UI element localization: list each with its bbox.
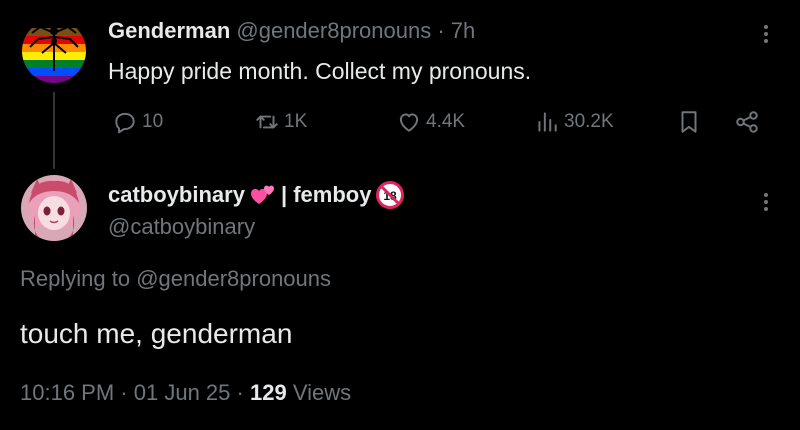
bookmark-button[interactable] [676,108,702,136]
pride-flag-avatar-image [22,19,86,83]
reply-icon [115,112,135,134]
two-hearts-icon [250,185,274,204]
replying-to-line: Replying to @gender8pronouns [20,266,331,292]
tweet1-handle[interactable]: @gender8pronouns [236,18,431,43]
tweet2-display-suffix: | femboy [280,182,372,207]
tweet1-more-icon[interactable] [760,22,772,50]
replying-to-label: Replying to [20,266,131,291]
reply-button[interactable]: 10 [112,108,163,136]
replying-to-handle[interactable]: @gender8pronouns [136,266,331,291]
catboybinary-avatar[interactable] [21,175,87,241]
tweet2-text: touch me, genderman [20,318,293,349]
tweet2-name-row: catboybinary | femboy 18 [108,180,405,210]
reply-count: 10 [142,111,164,132]
tweet2-views-count: 129 [249,380,287,405]
no-under-18-icon: 18 [376,181,405,209]
genderman-avatar[interactable] [22,19,86,83]
repost-count: 1K [284,111,308,132]
tweet1-text: Happy pride month. Collect my pronouns. [108,58,532,84]
meta-separator-1: · [120,380,128,405]
tweet1-separator: · [437,18,445,43]
tweet2-views-label: Views [292,380,352,405]
tweet2-meta: 10:16 PM · 01 Jun 25 · 129 Views [20,380,351,406]
tweet1-header: Genderman @gender8pronouns · 7h [108,18,475,44]
like-count: 4.4K [426,111,466,132]
catboy-avatar-image [21,175,87,241]
share-button[interactable] [734,108,760,136]
bookmark-icon [681,111,697,133]
views-count: 30.2K [564,111,614,132]
repost-icon [256,115,278,129]
tweet1-display-name[interactable]: Genderman [108,18,230,43]
views-icon [538,112,557,132]
like-button[interactable]: 4.4K [396,108,465,136]
tweet2-display-name[interactable]: catboybinary [108,182,245,208]
thread-connector-line [53,92,55,169]
repost-button[interactable]: 1K [254,108,307,136]
tweet2-handle[interactable]: @catboybinary [108,214,255,240]
tweet2-date[interactable]: 01 Jun 25 [134,380,231,405]
heart-icon [399,113,419,132]
tweet2-time[interactable]: 10:16 PM [20,380,114,405]
share-icon [736,111,758,133]
tweet1-time[interactable]: 7h [451,18,475,43]
meta-separator-2: · [236,380,244,405]
tweet2-more-icon[interactable] [760,190,772,218]
views-button[interactable]: 30.2K [534,108,614,136]
